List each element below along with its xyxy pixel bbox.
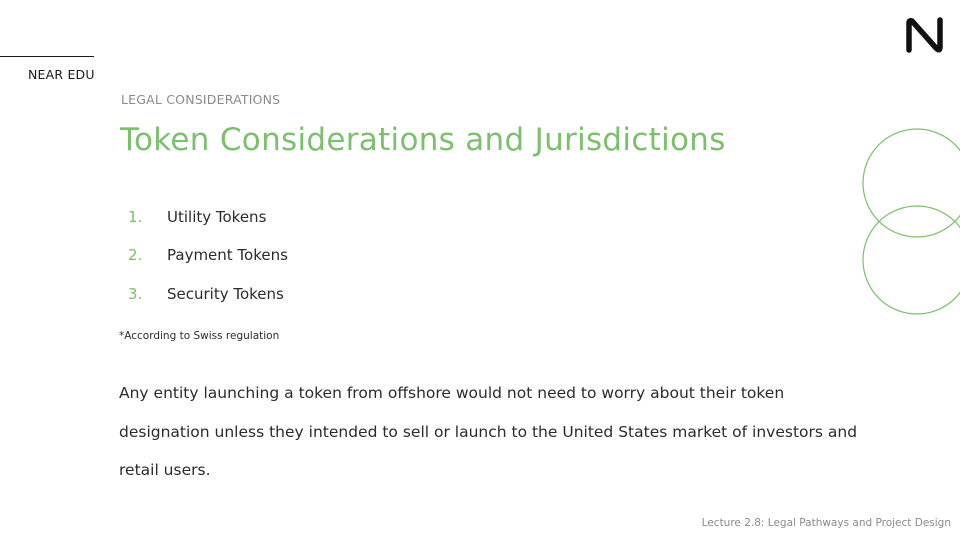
near-logo-icon — [906, 17, 943, 53]
list-item: 3. Security Tokens — [0, 285, 400, 307]
section-label: LEGAL CONSIDERATIONS — [121, 92, 281, 107]
list-number: 1. — [128, 208, 143, 226]
list-item-label: Utility Tokens — [167, 208, 267, 226]
list-number: 3. — [128, 285, 143, 303]
page-title: Token Considerations and Jurisdictions — [120, 122, 726, 158]
body-paragraph: Any entity launching a token from offsho… — [119, 384, 858, 479]
list-item-label: Security Tokens — [167, 285, 284, 303]
list-number: 2. — [128, 246, 143, 264]
brand-label: NEAR EDU — [28, 67, 95, 82]
list-item: 1. Utility Tokens — [0, 208, 400, 230]
ring-upper — [862, 128, 960, 238]
list-item: 2. Payment Tokens — [0, 246, 400, 268]
decorative-rings — [862, 128, 960, 315]
ring-lower — [862, 205, 960, 315]
header-divider — [0, 56, 94, 57]
footnote: *According to Swiss regulation — [119, 330, 280, 342]
lecture-footer: Lecture 2.8: Legal Pathways and Project … — [701, 517, 951, 529]
list-item-label: Payment Tokens — [167, 246, 288, 264]
